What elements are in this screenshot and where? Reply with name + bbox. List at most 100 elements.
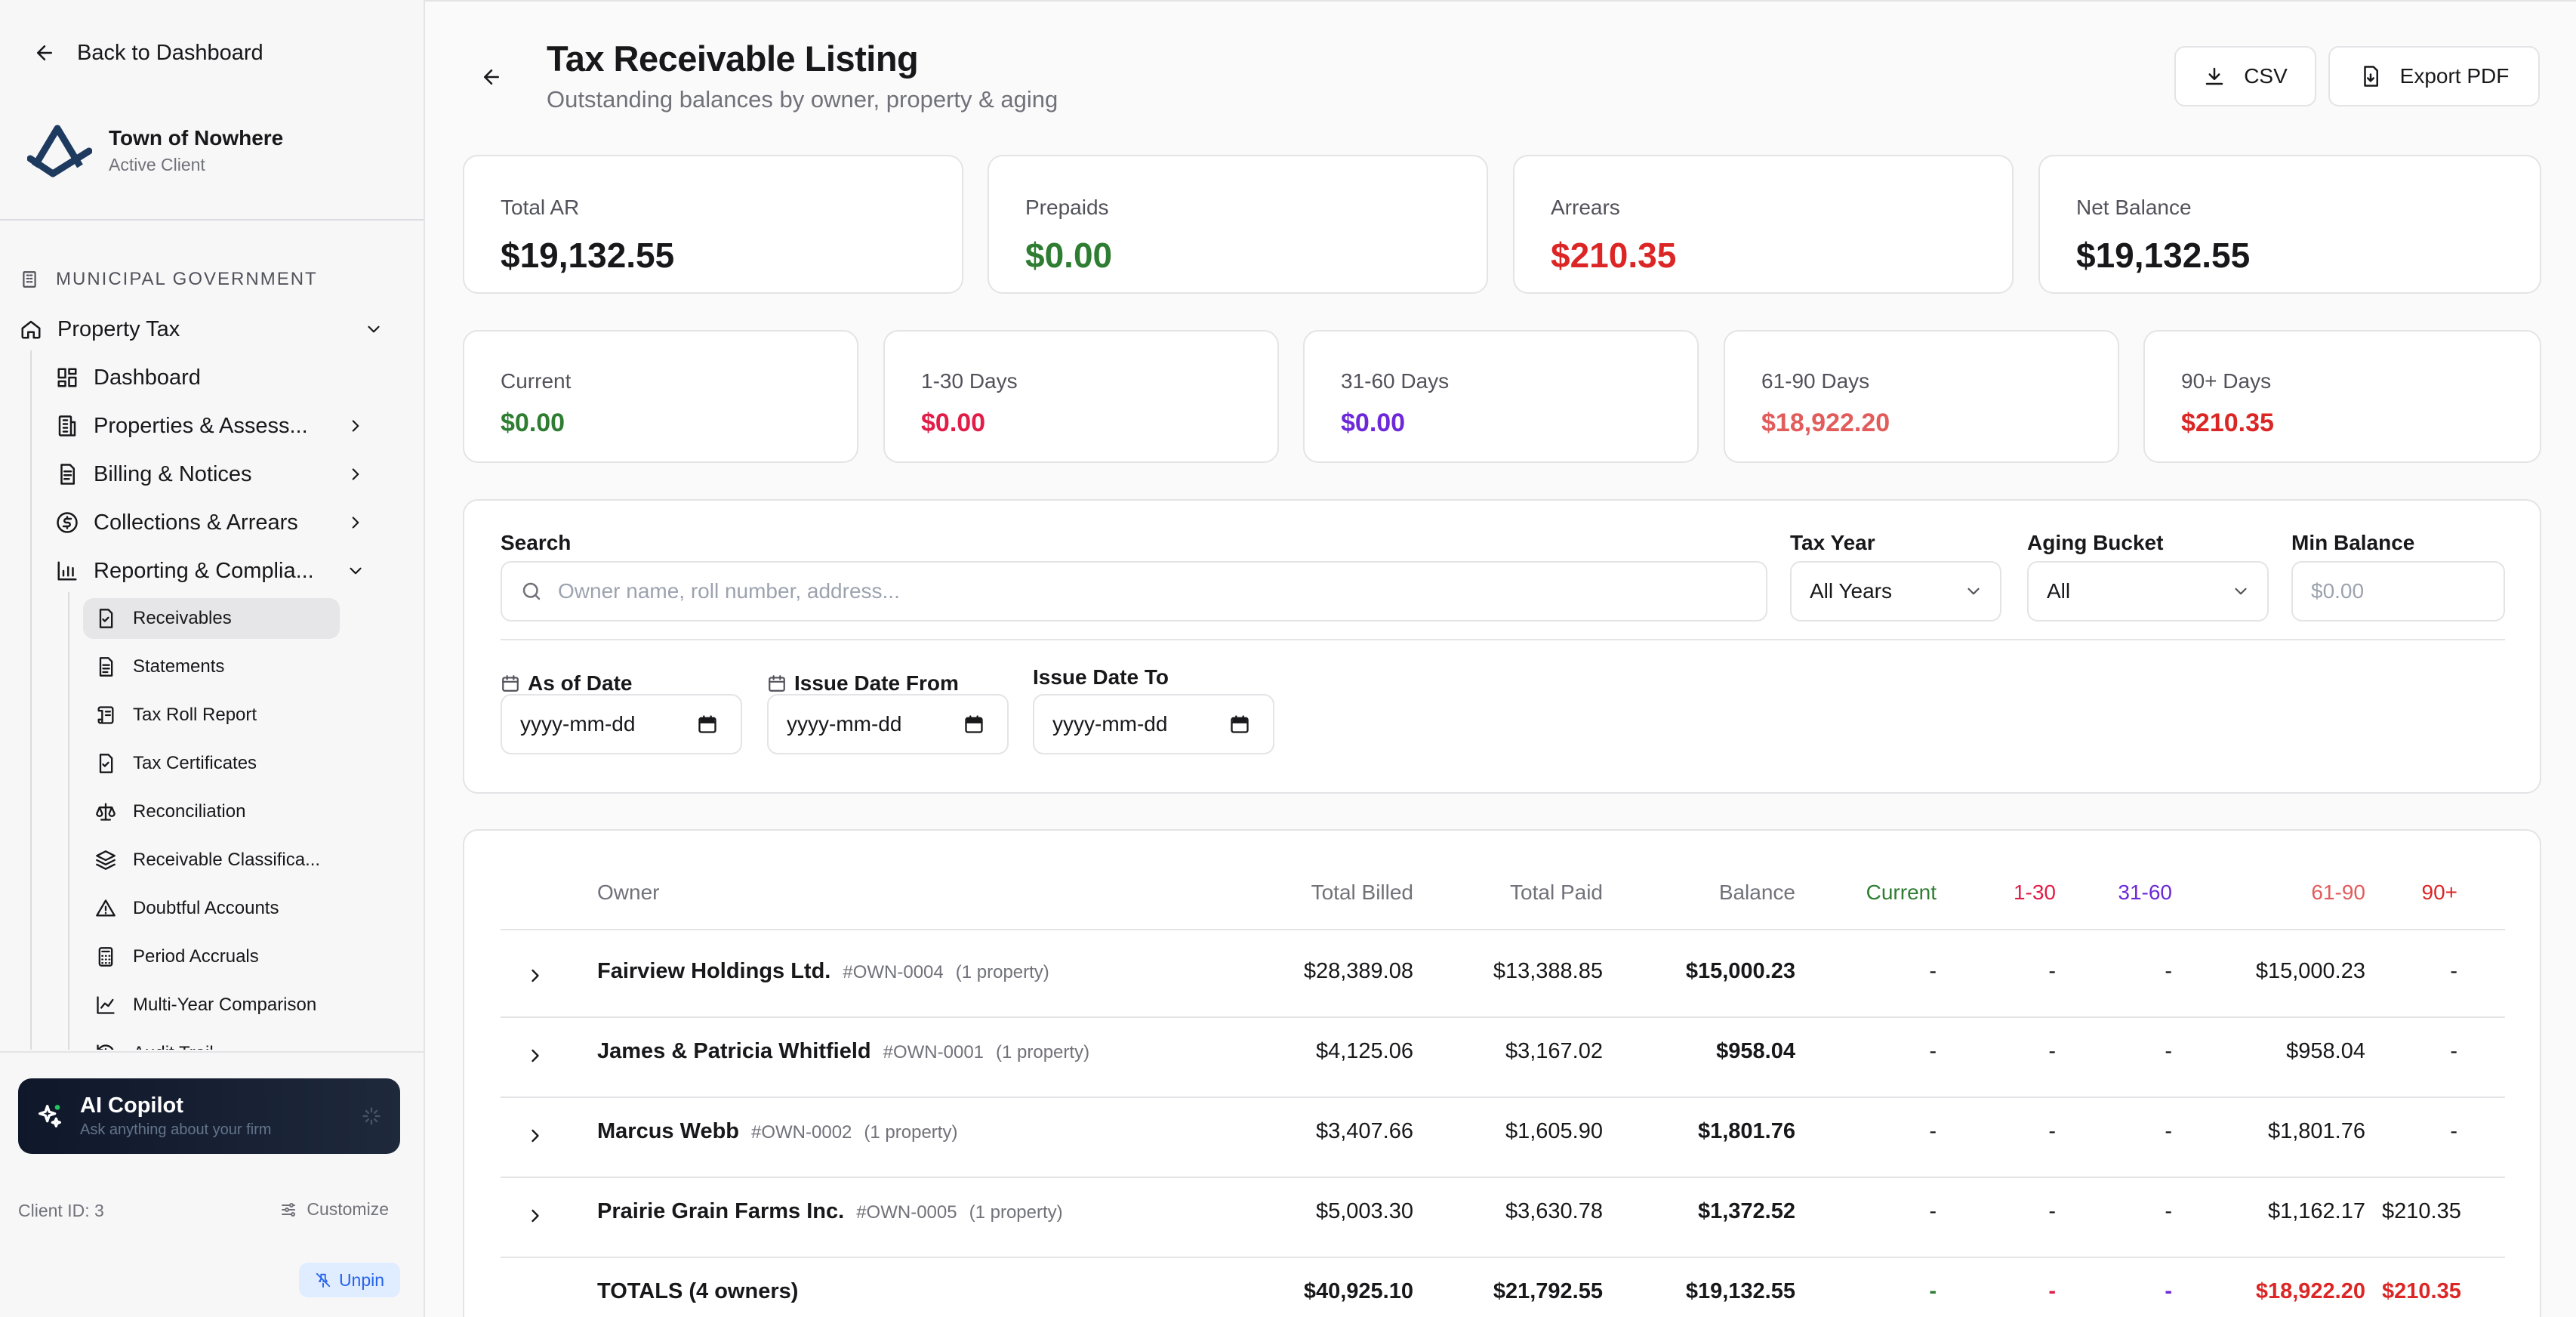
page-back-button[interactable] [476,62,507,92]
expand-row-chevron-icon[interactable] [525,1125,546,1146]
nav-subitem-audit-trail[interactable]: Audit Trail [83,1033,340,1050]
col-header-total-billed[interactable]: Total Billed [1265,881,1413,905]
expand-row-chevron-icon[interactable] [525,1205,546,1226]
table-row-owner[interactable]: Prairie Grain Farms Inc. #OWN-0005 (1 prop… [597,1199,1063,1224]
table-row-owner[interactable]: Fairview Holdings Ltd. #OWN-0004 (1 proper… [597,959,1049,984]
as-of-date-label: As of Date [501,671,632,696]
summary-label: Prepaids [1025,196,1109,219]
totals-cell-61-90: $18,922.20 [2255,1279,2365,1303]
copilot-subtitle: Ask anything about your firm [80,1121,272,1138]
cell-90-plus: $210.35 [2382,1199,2461,1223]
col-header-total-paid[interactable]: Total Paid [1484,881,1603,905]
expand-row-chevron-icon[interactable] [525,1045,546,1066]
nav-item-label: Dashboard [94,365,201,390]
col-header-31-60[interactable]: 31-60 [2088,881,2172,905]
tax-year-select[interactable]: All Years [1790,561,2001,621]
col-header-owner[interactable]: Owner [597,881,659,905]
cell-balance: $15,000.23 [1685,959,1795,983]
file-check-icon [99,754,113,773]
row-divider [501,1257,2505,1258]
arrow-left-icon [484,69,499,85]
cell-31-60: - [2165,1119,2172,1143]
col-header-61-90[interactable]: 61-90 [2239,881,2365,905]
section-label-text: MUNICIPAL GOVERNMENT [56,269,318,289]
page-title: Tax Receivable Listing [547,39,919,79]
nav-subitem-tax-roll[interactable]: Tax Roll Report [83,695,340,736]
col-header-1-30[interactable]: 1-30 [1974,881,2056,905]
nav-subitem-reconciliation[interactable]: Reconciliation [83,791,340,832]
chevron-down-icon [350,567,362,575]
issue-date-to-input[interactable]: yyyy-mm-dd [1033,694,1274,754]
expand-row-chevron-icon[interactable] [525,965,546,986]
cell-current: - [1929,1119,1937,1143]
nav-subitem-receivables[interactable]: Receivables [83,598,340,639]
nav-item-billing[interactable]: Billing & Notices [56,455,411,494]
owner-property-count: (1 property) [955,962,1049,982]
issue-date-from-input[interactable]: yyyy-mm-dd [767,694,1009,754]
table-row-owner[interactable]: James & Patricia Whitfield #OWN-0001 (1 pr… [597,1039,1089,1064]
aging-bucket-select[interactable]: All [2027,561,2269,621]
aging-value: $18,922.20 [1761,409,1890,437]
cell-90-plus: - [2450,1119,2457,1143]
search-input[interactable]: Owner name, roll number, address... [501,561,1767,621]
nav-subitem-period-accruals[interactable]: Period Accruals [83,936,340,977]
owner-property-count: (1 property) [969,1202,1063,1223]
nav-subitem-receivable-classification[interactable]: Receivable Classifica... [83,840,340,881]
aging-card-current: Current $0.00 [463,330,858,463]
export-pdf-button[interactable]: Export PDF [2328,46,2540,106]
download-icon [2205,67,2223,85]
table-row-owner[interactable]: Marcus Webb #OWN-0002 (1 property) [597,1119,957,1144]
dollar-circle-icon [57,512,78,533]
nav-subitem-tax-certificates[interactable]: Tax Certificates [83,743,340,784]
date-placeholder: yyyy-mm-dd [520,712,636,736]
calculator-icon [98,947,113,967]
customize-button[interactable]: Customize [279,1199,389,1220]
search-label: Search [501,531,572,554]
history-icon [97,1044,114,1050]
calendar-icon [1231,715,1249,733]
as-of-date-input[interactable]: yyyy-mm-dd [501,694,742,754]
cell-balance: $1,801.76 [1697,1119,1795,1143]
sparkle-icon [362,1107,381,1125]
col-header-90-plus[interactable]: 90+ [2397,881,2458,905]
min-balance-input[interactable]: $0.00 [2291,561,2505,621]
line-chart-icon [97,996,115,1014]
min-balance-label: Min Balance [2291,531,2415,554]
customize-label: Customize [307,1199,389,1219]
ai-copilot-button[interactable]: AI Copilot Ask anything about your firm [18,1078,400,1154]
nav-group-label: Property Tax [57,316,180,341]
back-to-dashboard-link[interactable]: Back to Dashboard [33,36,263,69]
summary-label: Arrears [1551,196,1620,219]
filters-panel: Search Owner name, roll number, address.… [463,499,2541,794]
totals-cell-90-plus: $210.35 [2382,1279,2461,1303]
owner-name: Prairie Grain Farms Inc. [597,1199,845,1223]
nav-item-properties[interactable]: Properties & Assess... [56,406,411,446]
owner-property-count: (1 property) [996,1042,1090,1063]
cell-total-billed: $3,407.66 [1315,1119,1413,1143]
row-divider [501,1096,2505,1098]
aging-card-61-90: 61-90 Days $18,922.20 [1724,330,2119,463]
nav-item-reporting[interactable]: Reporting & Complia... [56,551,411,591]
sidebar-divider [0,219,424,221]
cell-total-billed: $4,125.06 [1315,1039,1413,1063]
csv-export-button[interactable]: CSV [2174,46,2316,106]
aging-label: 61-90 Days [1761,369,1870,393]
cell-61-90: $1,801.76 [2267,1119,2365,1143]
nav-subitem-statements[interactable]: Statements [83,646,340,687]
nav-subitem-doubtful-accounts[interactable]: Doubtful Accounts [83,888,340,929]
cell-total-paid: $3,630.78 [1505,1199,1603,1223]
nav-group-property-tax[interactable]: Property Tax [20,310,405,349]
aging-card-90-plus: 90+ Days $210.35 [2143,330,2541,463]
nav-item-collections[interactable]: Collections & Arrears [56,503,411,542]
cell-total-billed: $28,389.08 [1303,959,1413,983]
nav-subitem-multi-year[interactable]: Multi-Year Comparison [83,985,340,1026]
nav-subitem-label: Tax Roll Report [133,705,257,725]
nav-item-dashboard[interactable]: Dashboard [56,358,411,397]
issue-date-from-text: Issue Date From [794,671,959,695]
nav-subitem-label: Statements [133,656,225,677]
summary-value: $19,132.55 [501,236,675,275]
col-header-balance[interactable]: Balance [1672,881,1795,905]
unpin-button[interactable]: Unpin [299,1263,400,1297]
col-header-current[interactable]: Current [1861,881,1937,905]
grid-icon [57,368,77,387]
